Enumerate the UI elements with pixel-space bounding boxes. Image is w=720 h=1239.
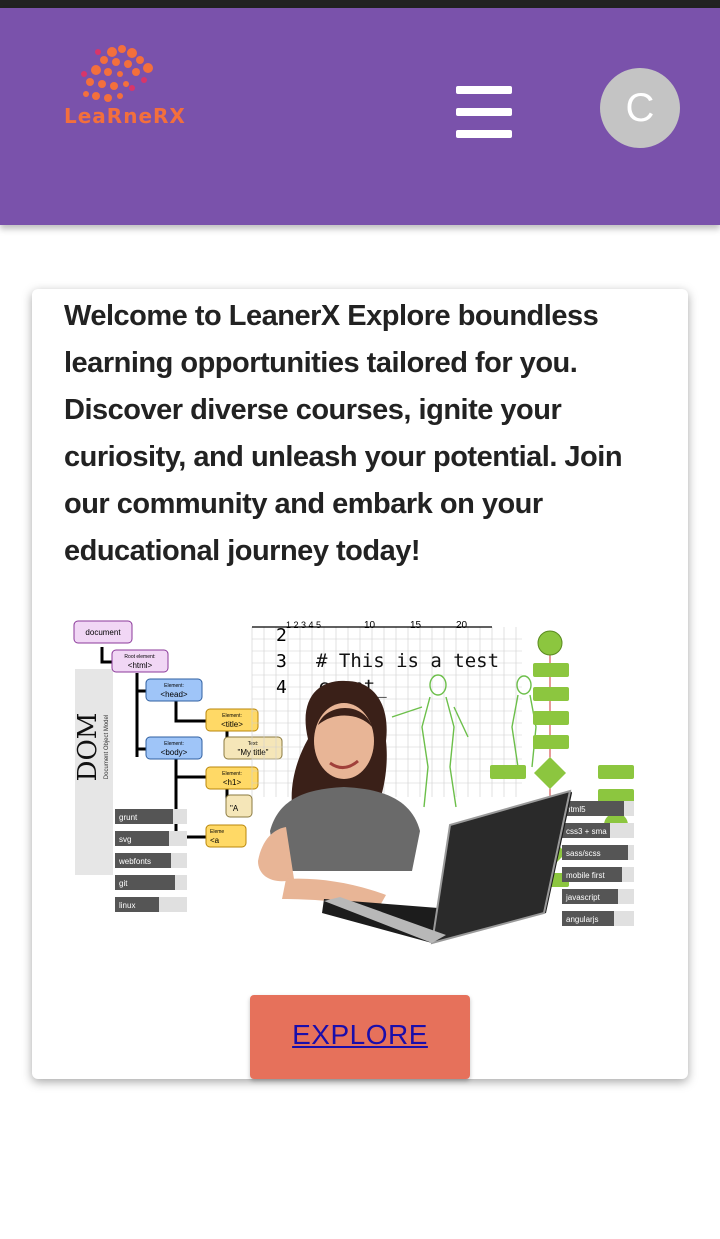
svg-text:<a: <a — [210, 836, 220, 845]
svg-text:2: 2 — [276, 625, 287, 646]
svg-text:<body>: <body> — [161, 748, 188, 757]
svg-text:document: document — [85, 628, 121, 637]
svg-text:<h1>: <h1> — [223, 778, 242, 787]
svg-text:<html>: <html> — [128, 661, 153, 670]
svg-text:javascript: javascript — [565, 893, 601, 902]
svg-text:Element:: Element: — [164, 741, 184, 747]
status-bar — [0, 0, 720, 8]
svg-text:"A: "A — [230, 804, 239, 813]
welcome-text: Welcome to LeanerX Explore boundless lea… — [64, 300, 623, 567]
learning-illustration: DOM Document Object Model document Root … — [73, 620, 634, 945]
svg-text:10: 10 — [364, 620, 376, 631]
svg-text:15: 15 — [410, 620, 422, 631]
svg-text:webfonts: webfonts — [118, 857, 151, 866]
svg-text:DOM: DOM — [73, 713, 103, 782]
svg-text:Text:: Text: — [248, 741, 259, 747]
dom-tree-diagram: DOM Document Object Model document Root … — [73, 620, 283, 912]
svg-text:Document Object Model: Document Object Model — [104, 715, 110, 779]
welcome-card: Welcome to LeanerX Explore boundless lea… — [32, 289, 688, 1079]
svg-text:css3 + sma: css3 + sma — [566, 827, 607, 836]
svg-text:sass/scss: sass/scss — [566, 849, 601, 858]
svg-text:3: 3 — [276, 651, 287, 672]
svg-text:mobile first: mobile first — [566, 871, 605, 880]
logo-dots-icon — [81, 45, 153, 102]
svg-text:# This is a test: # This is a test — [316, 650, 499, 672]
logo-text: LeaRneRX — [64, 104, 186, 128]
hamburger-menu-icon[interactable] — [456, 84, 520, 140]
svg-text:1 2 3 4 5: 1 2 3 4 5 — [286, 620, 321, 630]
svg-text:Eleme: Eleme — [210, 829, 224, 835]
svg-text:Element:: Element: — [164, 683, 184, 689]
svg-text:20: 20 — [456, 620, 468, 631]
svg-text:grunt: grunt — [119, 813, 138, 822]
user-avatar[interactable]: C — [600, 68, 680, 148]
svg-text:Root element:: Root element: — [124, 654, 155, 660]
svg-text:svg: svg — [119, 835, 131, 844]
svg-text:angularjs: angularjs — [566, 915, 598, 924]
explore-button[interactable]: EXPLORE — [250, 995, 470, 1079]
svg-text:linux: linux — [119, 901, 135, 910]
learnerx-logo[interactable]: LeaRneRX — [62, 44, 186, 134]
svg-text:4: 4 — [276, 677, 287, 698]
app-header: LeaRneRX C — [0, 8, 720, 225]
student-with-laptop — [258, 680, 572, 945]
svg-text:<head>: <head> — [160, 690, 187, 699]
svg-text:<title>: <title> — [221, 720, 243, 729]
svg-text:Element:: Element: — [222, 771, 242, 777]
svg-text:Element:: Element: — [222, 713, 242, 719]
svg-text:git: git — [119, 879, 128, 888]
explore-link[interactable]: EXPLORE — [292, 1019, 428, 1050]
